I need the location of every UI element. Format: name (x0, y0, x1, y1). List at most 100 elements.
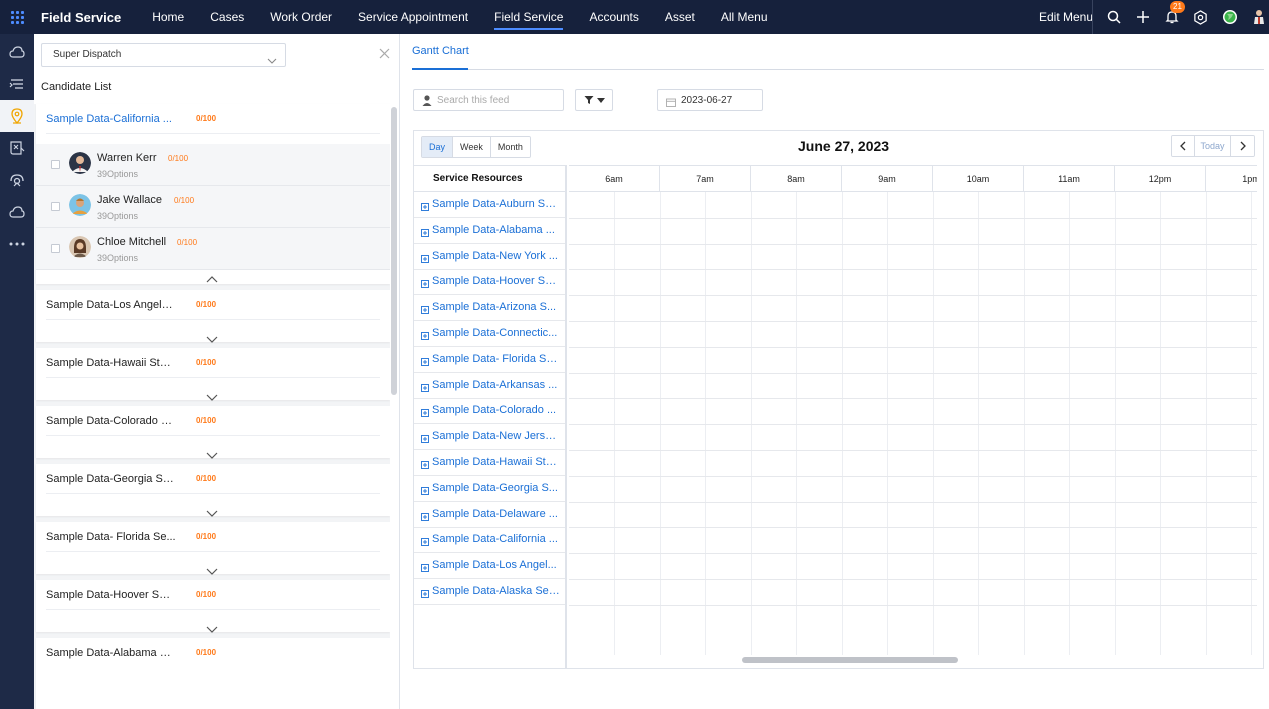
search-input[interactable]: Search this feed (413, 89, 564, 111)
plus-icon[interactable] (1133, 8, 1152, 27)
expand-plus-icon[interactable] (421, 561, 429, 575)
group-title[interactable]: Sample Data-Colorado S... (46, 415, 176, 427)
candidate-list[interactable]: Sample Data-California ... 0/100 Warren … (34, 104, 390, 709)
horizontal-scrollbar[interactable] (742, 657, 958, 663)
resource-name[interactable]: Sample Data-Arkansas ... (432, 379, 560, 391)
expand-plus-icon[interactable] (421, 484, 429, 498)
resource-row[interactable]: Sample Data-New Jerse... (414, 424, 565, 451)
next-day-button[interactable] (1231, 136, 1254, 156)
group-title[interactable]: Sample Data-Alabama S... (46, 647, 176, 659)
candidate-checkbox[interactable] (51, 202, 60, 211)
expand-plus-icon[interactable] (421, 381, 429, 395)
resource-name[interactable]: Sample Data-Alabama ... (432, 224, 560, 236)
nav-cases[interactable]: Cases (197, 0, 257, 34)
resource-name[interactable]: Sample Data-New Jerse... (432, 430, 560, 442)
expand-plus-icon[interactable] (421, 200, 429, 214)
candidate-group[interactable]: Sample Data- Florida Se... 0/100 (36, 522, 390, 575)
group-title[interactable]: Sample Data- Florida Se... (46, 531, 176, 543)
resource-row[interactable]: Sample Data-Alaska Ser... (414, 579, 565, 605)
chevron-down-icon[interactable] (206, 448, 218, 462)
candidate-checkbox[interactable] (51, 160, 60, 169)
date-field[interactable]: 2023-06-27 (657, 89, 763, 111)
resource-name[interactable]: Sample Data- Florida Se... (432, 353, 560, 365)
view-week-button[interactable]: Week (453, 137, 491, 157)
resource-name[interactable]: Sample Data-Hoover Se... (432, 275, 560, 287)
chevron-down-icon[interactable] (206, 622, 218, 636)
candidate-list-scrollbar[interactable] (390, 104, 398, 709)
resource-row[interactable]: Sample Data-Connectic... (414, 321, 565, 347)
scroll-thumb[interactable] (391, 107, 397, 395)
nav-work-order[interactable]: Work Order (257, 0, 345, 34)
chevron-up-icon[interactable] (206, 272, 218, 286)
view-day-button[interactable]: Day (422, 137, 454, 157)
resource-row[interactable]: Sample Data-California ... (414, 527, 565, 554)
candidate-group[interactable]: Sample Data-Colorado S... 0/100 (36, 406, 390, 459)
candidate-group[interactable]: Sample Data-California ... 0/100 Warren … (36, 104, 390, 284)
resource-row[interactable]: Sample Data-Los Angel... (414, 553, 565, 580)
expand-plus-icon[interactable] (421, 406, 429, 420)
resource-row[interactable]: Sample Data-Delaware ... (414, 502, 565, 528)
expand-plus-icon[interactable] (421, 303, 429, 317)
candidate-row[interactable]: Jake Wallace 0/100 39Options (36, 186, 390, 228)
candidate-row[interactable]: Chloe Mitchell 0/100 39Options (36, 228, 390, 270)
resource-name[interactable]: Sample Data-Hawaii Sta... (432, 456, 560, 468)
resource-name[interactable]: Sample Data-Colorado ... (432, 404, 560, 416)
nav-home[interactable]: Home (139, 0, 197, 34)
expand-plus-icon[interactable] (421, 432, 429, 446)
expand-plus-icon[interactable] (421, 587, 429, 601)
resource-name[interactable]: Sample Data-Auburn Se... (432, 198, 560, 210)
resource-name[interactable]: Sample Data-Los Angel... (432, 559, 560, 571)
expand-plus-icon[interactable] (421, 535, 429, 549)
resource-name[interactable]: Sample Data-Georgia S... (432, 482, 560, 494)
filter-button[interactable] (575, 89, 613, 111)
resource-row[interactable]: Sample Data-Auburn Se... (414, 192, 565, 218)
resource-row[interactable]: Sample Data-Colorado ... (414, 398, 565, 425)
candidate-group[interactable]: Sample Data-Hawaii Stat... 0/100 (36, 348, 390, 401)
gear-icon[interactable] (1191, 8, 1210, 27)
dispatch-lines-icon[interactable] (0, 68, 34, 100)
group-title[interactable]: Sample Data-Georgia Se... (46, 473, 176, 485)
group-title[interactable]: Sample Data-Hawaii Stat... (46, 357, 176, 369)
candidate-checkbox[interactable] (51, 244, 60, 253)
resource-row[interactable]: Sample Data-New York ... (414, 244, 565, 270)
expand-plus-icon[interactable] (421, 355, 429, 369)
resource-row[interactable]: Sample Data-Arizona S... (414, 295, 565, 322)
nav-field-service[interactable]: Field Service (481, 0, 576, 34)
candidate-group[interactable]: Sample Data-Los Angele... 0/100 (36, 290, 390, 343)
expand-plus-icon[interactable] (421, 458, 429, 472)
search-icon[interactable] (1104, 8, 1123, 27)
resource-row[interactable]: Sample Data-Arkansas ... (414, 373, 565, 399)
resource-name[interactable]: Sample Data-Alaska Ser... (432, 585, 560, 597)
group-title[interactable]: Sample Data-California ... (46, 113, 176, 125)
resource-name[interactable]: Sample Data-Delaware ... (432, 508, 560, 520)
chevron-down-icon[interactable] (206, 332, 218, 346)
candidate-group[interactable]: Sample Data-Alabama S... 0/100 (36, 638, 390, 709)
resource-name[interactable]: Sample Data-New York ... (432, 250, 560, 262)
prev-day-button[interactable] (1172, 136, 1195, 156)
view-month-button[interactable]: Month (490, 137, 530, 157)
timeline-grid[interactable]: 6am7am8am9am10am11am12pm1pm (569, 165, 1257, 655)
nav-all-menu[interactable]: All Menu (708, 0, 781, 34)
resource-name[interactable]: Sample Data-Arizona S... (432, 301, 560, 313)
candidate-group[interactable]: Sample Data-Hoover Ser... 0/100 (36, 580, 390, 633)
candidate-group[interactable]: Sample Data-Georgia Se... 0/100 (36, 464, 390, 517)
close-icon[interactable] (379, 48, 390, 62)
expand-plus-icon[interactable] (421, 277, 429, 291)
location-pin-icon[interactable] (0, 100, 34, 132)
nav-service-appointment[interactable]: Service Appointment (345, 0, 481, 34)
user-avatar[interactable] (1249, 8, 1268, 27)
expand-plus-icon[interactable] (421, 329, 429, 343)
candidate-row[interactable]: Warren Kerr 0/100 39Options (36, 144, 390, 186)
resource-row[interactable]: Sample Data- Florida Se... (414, 347, 565, 373)
tab-gantt-chart[interactable]: Gantt Chart (412, 45, 469, 57)
resource-name[interactable]: Sample Data-California ... (432, 533, 560, 545)
resource-row[interactable]: Sample Data-Georgia S... (414, 476, 565, 502)
more-icon[interactable] (0, 228, 34, 260)
edit-menu-button[interactable]: Edit Menu (1039, 0, 1093, 34)
globe-icon[interactable] (1220, 8, 1239, 27)
dispatch-select[interactable]: Super Dispatch (41, 43, 286, 67)
expand-plus-icon[interactable] (421, 252, 429, 266)
cloud-icon[interactable] (0, 36, 34, 68)
resource-name[interactable]: Sample Data-Connectic... (432, 327, 560, 339)
resource-row[interactable]: Sample Data-Hawaii Sta... (414, 450, 565, 476)
